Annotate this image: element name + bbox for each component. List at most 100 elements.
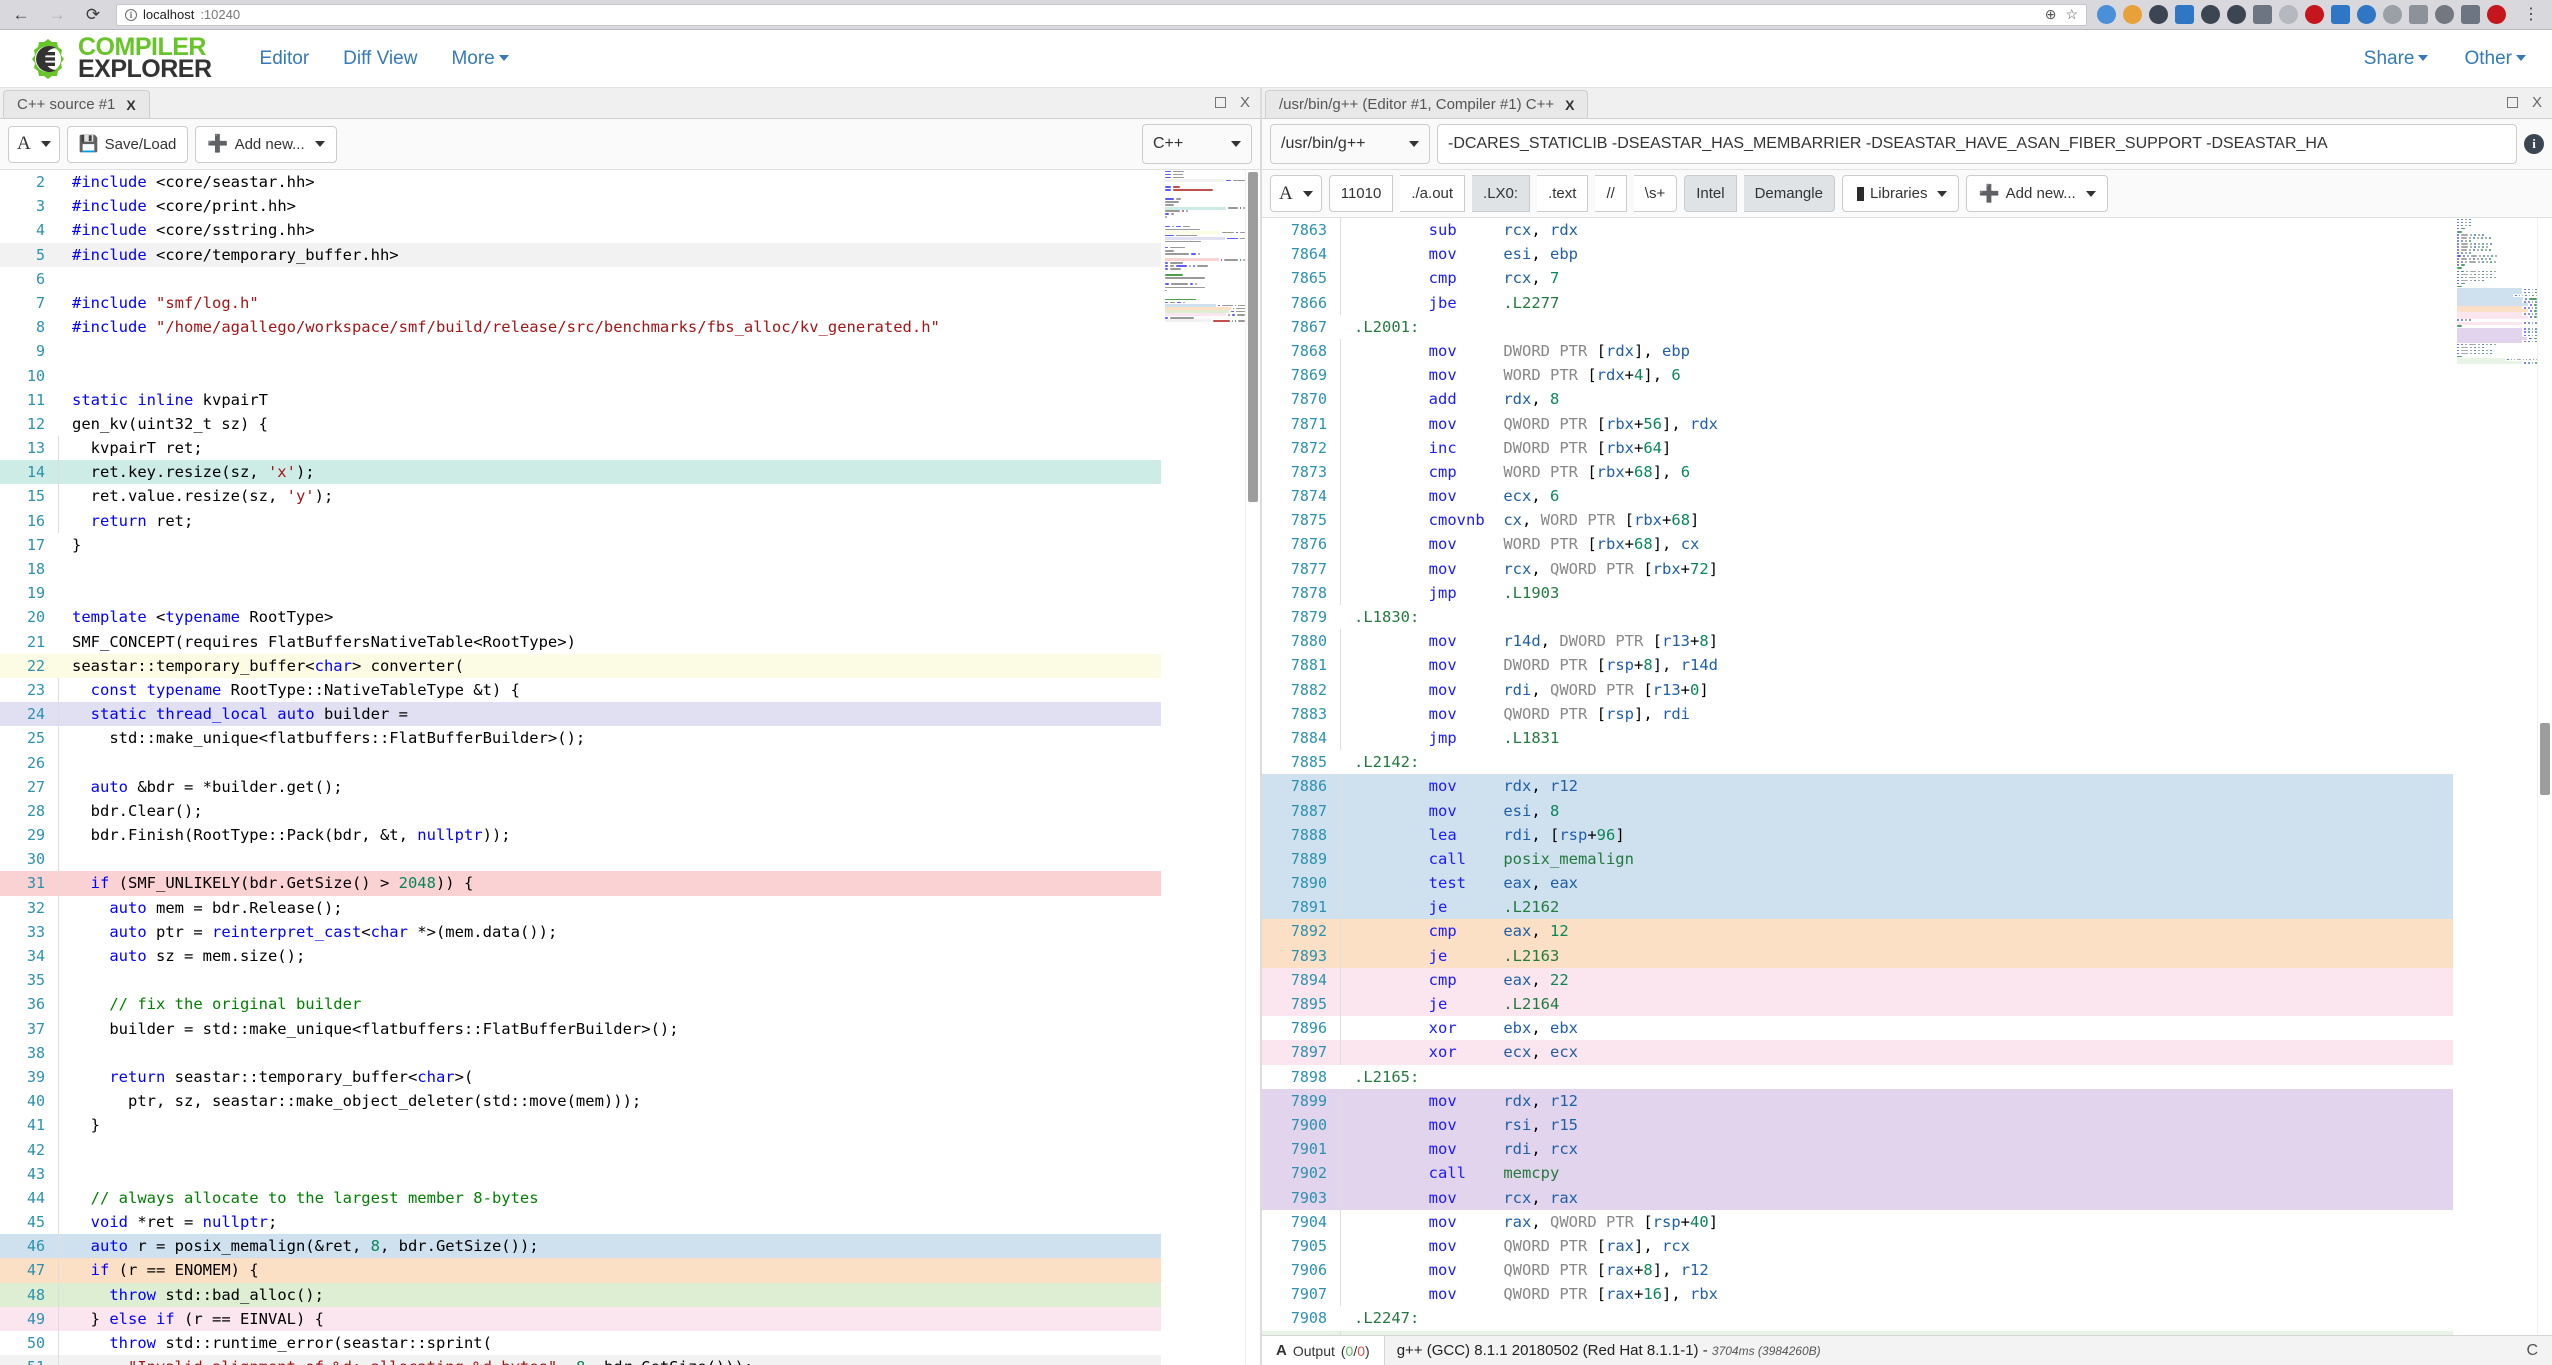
asm-code-lines[interactable]: 7863 sub rcx, rdx 7864 mov esi, ebp 7865 c… [1262,218,2453,1335]
code-line[interactable]: 7866 jbe .L2277 [1262,290,2453,315]
code-line[interactable]: 38 [0,1040,1161,1065]
code-line[interactable]: 7891 je .L2162 [1262,895,2453,920]
address-bar[interactable]: i localhost:10240 ⊕ ☆ [116,3,2087,26]
code-line[interactable]: 7885 .L2142: [1262,750,2453,774]
code-line[interactable]: 7892 cmp eax, 12 [1262,919,2453,944]
code-line[interactable]: 7897 xor ecx, ecx [1262,1040,2453,1065]
code-line[interactable]: 49 } else if (r == EINVAL) { [0,1306,1161,1331]
libraries-button[interactable]: Libraries [1841,175,1960,212]
code-line[interactable]: 7879 .L1830: [1262,605,2453,629]
ublock-origin-extension-icon[interactable] [2487,5,2506,24]
code-line[interactable]: 7899 mov rdx, r12 [1262,1088,2453,1113]
font-size-button[interactable]: A [8,125,60,163]
code-line[interactable]: 4 #include <core/sstring.hh> [0,218,1161,242]
code-line[interactable]: 7909 mov rax, QWORD PTR [rsp+40] [1262,1330,2453,1335]
code-line[interactable]: 21 SMF_CONCEPT(requires FlatBuffersNative… [0,630,1161,654]
code-line[interactable]: 11 static inline kvpairT [0,388,1161,412]
pocket-extension-icon[interactable] [2097,5,2116,24]
code-line[interactable]: 7906 mov QWORD PTR [rax+8], r12 [1262,1258,2453,1283]
reload-icon[interactable]: ⟳ [80,2,106,28]
code-line[interactable]: 26 [0,750,1161,775]
code-line[interactable]: 7905 mov QWORD PTR [rax], rcx [1262,1233,2453,1259]
font-extension-icon[interactable] [2201,5,2220,24]
code-line[interactable]: 7872 inc DWORD PTR [rbx+64] [1262,435,2453,460]
code-line[interactable]: 7884 jmp .L1831 [1262,725,2453,751]
code-line[interactable]: 46 auto r = posix_memalign(&ret, 8, bdr.… [0,1234,1161,1259]
code-line[interactable]: 31 if (SMF_UNLIKELY(bdr.GetSize() > 2048… [0,871,1161,896]
code-line[interactable]: 51 "Invalid alignment of %d; allocating … [0,1355,1161,1365]
gray-extension-icon[interactable] [2279,5,2298,24]
code-line[interactable]: 7878 jmp .L1903 [1262,580,2453,605]
code-line[interactable]: 42 [0,1137,1161,1162]
editor-code-area[interactable]: 2 #include <core/seastar.hh> 3 #include <co… [0,170,1260,1365]
code-line[interactable]: 6 [0,267,1161,291]
code-line[interactable]: 7874 mov ecx, 6 [1262,484,2453,509]
hide-directives-button[interactable]: .text [1537,175,1589,212]
code-line[interactable]: 10 [0,364,1161,388]
code-line[interactable]: 7889 call posix_memalign [1262,846,2453,872]
blue-badge-extension-icon[interactable] [2175,5,2194,24]
css-extension-icon[interactable] [2409,5,2428,24]
code-line[interactable]: 28 bdr.Clear(); [0,798,1161,824]
code-line[interactable]: 7888 lea rdi, [rsp+96] [1262,822,2453,847]
code-line[interactable]: 7904 mov rax, QWORD PTR [rsp+40] [1262,1209,2453,1234]
code-line[interactable]: 29 bdr.Finish(RootType::Pack(bdr, &t, nu… [0,823,1161,848]
code-line[interactable]: 45 void *ret = nullptr; [0,1210,1161,1235]
code-line[interactable]: 50 throw std::runtime_error(seastar::spr… [0,1331,1161,1356]
code-line[interactable]: 13 kvpairT ret; [0,436,1161,461]
code-line[interactable]: 7883 mov QWORD PTR [rsp], rdi [1262,701,2453,726]
code-line[interactable]: 34 auto sz = mem.size(); [0,944,1161,969]
asm-font-size-button[interactable]: A [1270,175,1322,212]
forward-icon[interactable]: → [44,2,70,28]
tab-compiler-1[interactable]: /usr/bin/g++ (Editor #1, Compiler #1) C+… [1265,90,1589,118]
maximize-icon[interactable] [2506,97,2518,108]
code-line[interactable]: 7876 mov WORD PTR [rbx+68], cx [1262,532,2453,557]
code-line[interactable]: 7873 cmp WORD PTR [rbx+68], 6 [1262,459,2453,485]
asm-add-new-button[interactable]: ➕ Add new... [1966,175,2108,212]
code-line[interactable]: 7902 call memcpy [1262,1161,2453,1186]
video-extension-icon[interactable] [2253,5,2272,24]
asm-code-area[interactable]: 7863 sub rcx, rdx 7864 mov esi, ebp 7865 c… [1262,218,2552,1335]
code-line[interactable]: 7867 .L2001: [1262,315,2453,339]
code-line[interactable]: 16 return ret; [0,508,1161,533]
code-line[interactable]: 7907 mov QWORD PTR [rax+16], rbx [1262,1282,2453,1307]
code-line[interactable]: 44 // always allocate to the largest mem… [0,1185,1161,1211]
code-line[interactable]: 48 throw std::bad_alloc(); [0,1282,1161,1307]
maximize-icon[interactable] [1214,97,1226,108]
status-right-icon[interactable]: C [2526,1342,2552,1360]
code-line[interactable]: 7898 .L2165: [1262,1065,2453,1089]
browser-menu-icon[interactable]: ⋮ [2518,2,2544,28]
language-select[interactable]: C++ [1142,124,1252,164]
lightbulb-extension-icon[interactable] [2383,5,2402,24]
asm-minimap[interactable] [2453,218,2537,1335]
ghostery-extension-icon[interactable] [2149,5,2168,24]
code-line[interactable]: 20 template <typename RootType> [0,605,1161,629]
site-info-icon[interactable]: i [125,8,137,21]
code-line[interactable]: 7881 mov DWORD PTR [rsp+8], r14d [1262,653,2453,678]
code-line[interactable]: 7869 mov WORD PTR [rdx+4], 6 [1262,363,2453,388]
code-line[interactable]: 32 auto mem = bdr.Release(); [0,895,1161,920]
code-line[interactable]: 7877 mov rcx, QWORD PTR [rbx+72] [1262,556,2453,581]
dark-gray-extension-icon[interactable] [2435,5,2454,24]
output-button[interactable]: A Output (0/0) [1262,1336,1385,1365]
code-line[interactable]: 24 static thread_local auto builder = [0,702,1161,727]
zoom-icon[interactable]: ⊕ [2045,6,2057,23]
code-line[interactable]: 27 auto &bdr = *builder.get(); [0,774,1161,799]
code-line[interactable]: 15 ret.value.resize(sz, 'y'); [0,484,1161,509]
code-line[interactable]: 7901 mov rdi, rcx [1262,1137,2453,1162]
code-line[interactable]: 7893 je .L2163 [1262,943,2453,968]
code-line[interactable]: 17} [0,533,1161,557]
nav-link-editor[interactable]: Editor [260,48,310,70]
code-line[interactable]: 7870 add rdx, 8 [1262,387,2453,412]
code-line[interactable]: 30 [0,847,1161,872]
hide-labels-button[interactable]: .LX0: [1472,175,1531,212]
privacy-badger-extension-icon[interactable] [2357,5,2376,24]
nav-link-other[interactable]: Other [2464,48,2526,70]
code-line[interactable]: 7890 test eax, eax [1262,871,2453,896]
code-line[interactable]: 33 auto ptr = reinterpret_cast<char *>(m… [0,919,1161,944]
editor-minimap[interactable] [1161,170,1245,1365]
code-line[interactable]: 36 // fix the original builder [0,992,1161,1017]
execute-button[interactable]: ./a.out [1400,175,1466,212]
code-line[interactable]: 35 [0,968,1161,993]
code-line[interactable]: 7900 mov rsi, r15 [1262,1112,2453,1138]
